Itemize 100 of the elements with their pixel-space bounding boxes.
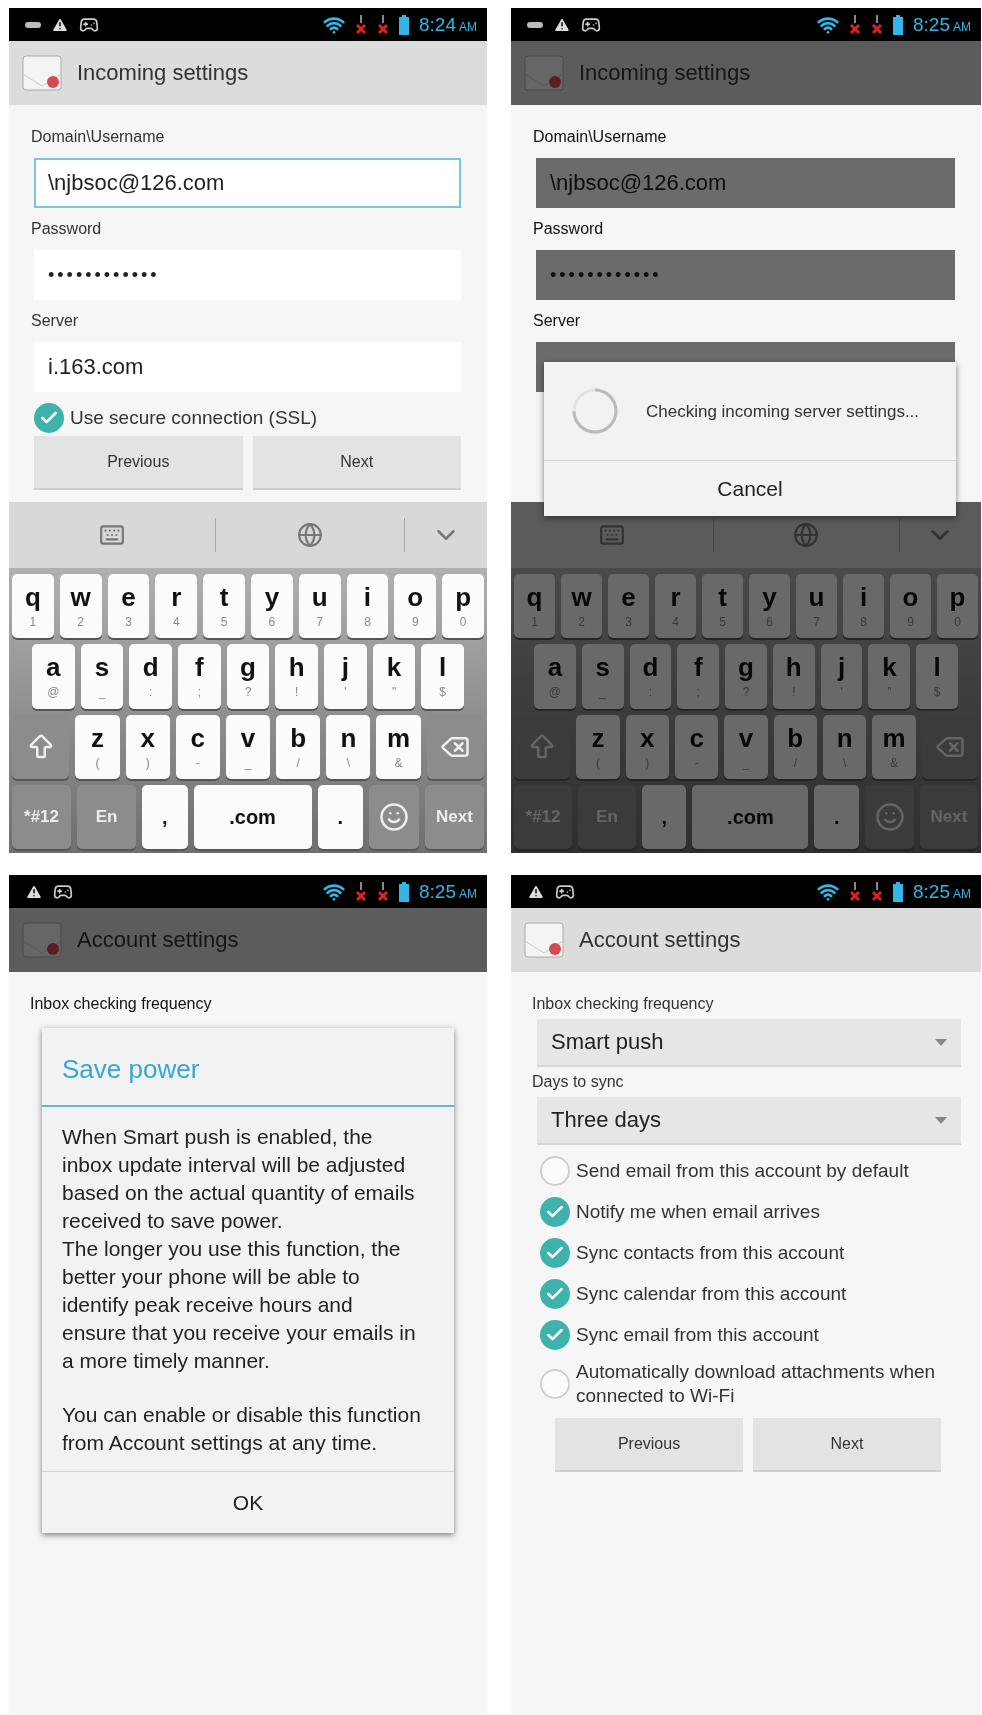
key[interactable]: m & (376, 714, 421, 779)
key[interactable]: g ? (226, 644, 270, 709)
checkbox-label: Automatically download attachments when connected to Wi-Fi (576, 1360, 937, 1408)
checkbox[interactable] (540, 1156, 570, 1186)
key[interactable]: s _ (581, 644, 624, 709)
time-text: 8:25 (419, 880, 456, 902)
checkbox-label: Sync contacts from this account (576, 1241, 845, 1265)
input-field[interactable]: \njbsoc@126.com (34, 158, 461, 208)
no-signal-icon (355, 14, 367, 35)
key[interactable]: f ; (677, 644, 720, 709)
key[interactable]: v _ (724, 714, 768, 779)
key[interactable]: u 7 (298, 574, 341, 639)
dropdown[interactable]: Smart push (537, 1019, 961, 1067)
key[interactable]: x ) (125, 714, 170, 779)
key[interactable]: w 2 (59, 574, 102, 639)
key[interactable]: n \ (822, 714, 867, 779)
key[interactable]: n \ (326, 714, 371, 779)
key[interactable]: , (142, 784, 188, 849)
key[interactable]: k " (868, 644, 911, 709)
envelope-icon (21, 919, 65, 961)
field-label: Server (31, 311, 79, 331)
field-label: Domain\Username (533, 127, 667, 147)
emoji-key[interactable] (369, 784, 419, 849)
key[interactable]: c - (675, 714, 719, 779)
key[interactable]: .com (193, 784, 312, 849)
key[interactable]: d : (629, 644, 672, 709)
previous-button[interactable]: Previous (34, 436, 243, 490)
key[interactable]: y 6 (251, 574, 293, 639)
key[interactable]: b / (276, 714, 321, 779)
field-label: Inbox checking frequency (532, 994, 714, 1014)
field-label: Days to sync (532, 1072, 624, 1092)
input-field[interactable]: \njbsoc@126.com (536, 158, 955, 208)
checkbox-label: Send email from this account by default (576, 1159, 909, 1183)
emoji-key[interactable] (865, 784, 915, 849)
key[interactable]: f ; (178, 644, 221, 709)
key[interactable]: g ? (725, 644, 767, 709)
checkbox[interactable] (540, 1197, 570, 1227)
no-signal-icon (355, 881, 367, 902)
key[interactable]: s _ (80, 644, 124, 709)
key[interactable]: h ! (772, 644, 815, 709)
battery-icon (893, 14, 903, 35)
envelope-icon (21, 52, 65, 94)
next-button[interactable]: Next (753, 1418, 941, 1472)
key[interactable]: i 8 (346, 574, 389, 639)
key[interactable]: t 5 (203, 574, 245, 639)
dialog-message: Checking incoming server settings... (646, 400, 920, 422)
key[interactable]: c - (175, 714, 220, 779)
input-field[interactable]: •••••••••••• (536, 250, 955, 300)
key[interactable]: j ' (324, 644, 367, 709)
dialog-paragraph: You can enable or disable this function from Account settings at any time. (62, 1402, 422, 1456)
battery-icon (893, 881, 903, 902)
no-signal-icon (871, 881, 883, 902)
key[interactable]: x ) (625, 714, 669, 779)
time-period-text: AM (459, 19, 477, 34)
input-field[interactable]: •••••••••••• (34, 250, 461, 300)
input-field[interactable]: i.163.com (34, 342, 461, 392)
key[interactable]: o 9 (394, 574, 437, 639)
key[interactable]: l $ (421, 644, 465, 709)
caret-icon (935, 1038, 947, 1046)
key[interactable]: l $ (916, 644, 959, 709)
checkbox-label: Sync calendar from this account (576, 1282, 847, 1306)
key[interactable]: q 1 (12, 574, 54, 639)
no-signal-icon (849, 881, 861, 902)
key[interactable]: v _ (225, 714, 271, 779)
key[interactable]: z ( (576, 714, 620, 779)
time-text: 8:25 (913, 13, 950, 35)
checkbox[interactable] (540, 1369, 570, 1399)
key[interactable]: k " (372, 644, 416, 709)
key[interactable]: e 3 (107, 574, 150, 639)
app-bar-title: Account settings (77, 927, 239, 953)
key[interactable]: h ! (275, 644, 319, 709)
key[interactable]: . (814, 784, 859, 849)
field-label: Password (533, 219, 604, 239)
key[interactable]: r 4 (155, 574, 198, 639)
key[interactable]: m & (872, 714, 916, 779)
next-button[interactable]: Next (252, 436, 461, 490)
key[interactable]: .com (692, 784, 809, 849)
checkbox[interactable] (540, 1279, 570, 1309)
checkbox[interactable] (540, 1238, 570, 1268)
dropdown[interactable]: Three days (537, 1097, 961, 1145)
key[interactable]: p 0 (442, 574, 484, 639)
checkbox[interactable] (540, 1320, 570, 1350)
key[interactable]: a @ (534, 644, 576, 709)
key[interactable]: j ' (820, 644, 863, 709)
key[interactable]: . (317, 784, 363, 849)
checkbox-label: Use secure connection (SSL) (70, 406, 318, 430)
key[interactable]: b / (773, 714, 817, 779)
time-period-text: AM (953, 19, 971, 34)
key[interactable]: z ( (75, 714, 120, 779)
smiley-icon (379, 801, 409, 832)
key[interactable]: , (641, 784, 687, 849)
previous-button[interactable]: Previous (555, 1418, 743, 1472)
no-signal-icon (377, 14, 389, 35)
key[interactable]: a @ (32, 644, 75, 709)
time-period-text: AM (953, 886, 971, 901)
checkbox[interactable] (34, 403, 64, 433)
ok-button[interactable]: OK (42, 1471, 454, 1533)
caret-icon (935, 1116, 947, 1124)
key[interactable]: d : (129, 644, 172, 709)
cancel-button[interactable]: Cancel (544, 460, 956, 516)
